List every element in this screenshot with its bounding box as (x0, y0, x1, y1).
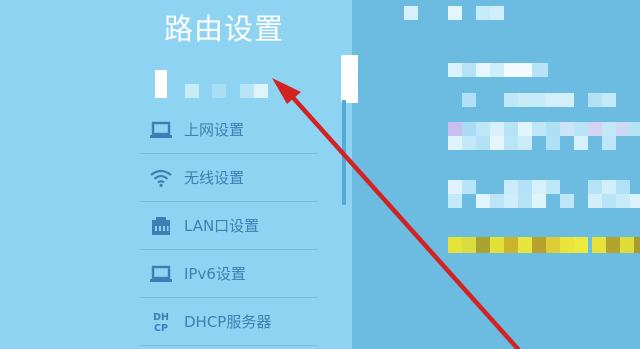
sidebar-scrollbar[interactable] (342, 100, 346, 205)
lan-port-icon (148, 213, 174, 239)
sidebar-item-label: 上网设置 (184, 121, 245, 139)
content-panel (352, 0, 640, 349)
sidebar-item-ipv6[interactable]: IPv6设置 (140, 250, 318, 298)
laptop-icon (148, 261, 174, 287)
svg-text:DH: DH (153, 312, 169, 323)
sidebar-title: 路由设置 (164, 12, 285, 46)
sidebar-item-label: LAN口设置 (184, 217, 260, 235)
svg-text:CP: CP (154, 323, 168, 334)
laptop-icon (148, 117, 174, 143)
sidebar-item-label: DHCP服务器 (184, 313, 272, 331)
sidebar-item-internet[interactable]: 上网设置 (140, 106, 318, 154)
sidebar-item-wireless[interactable]: 无线设置 (140, 154, 318, 202)
sidebar-item-dhcp[interactable]: DH CP DHCP服务器 (140, 298, 318, 346)
sidebar: 路由设置 上网设置 无线设置 LAN口设置 IPv6设置 DH CP DHCP服… (0, 0, 358, 349)
wifi-icon (148, 165, 174, 191)
sidebar-item-label: 无线设置 (184, 169, 245, 187)
dhcp-icon: DH CP (148, 309, 174, 335)
sidebar-item-lan[interactable]: LAN口设置 (140, 202, 318, 250)
sidebar-item-label: IPv6设置 (184, 265, 246, 283)
